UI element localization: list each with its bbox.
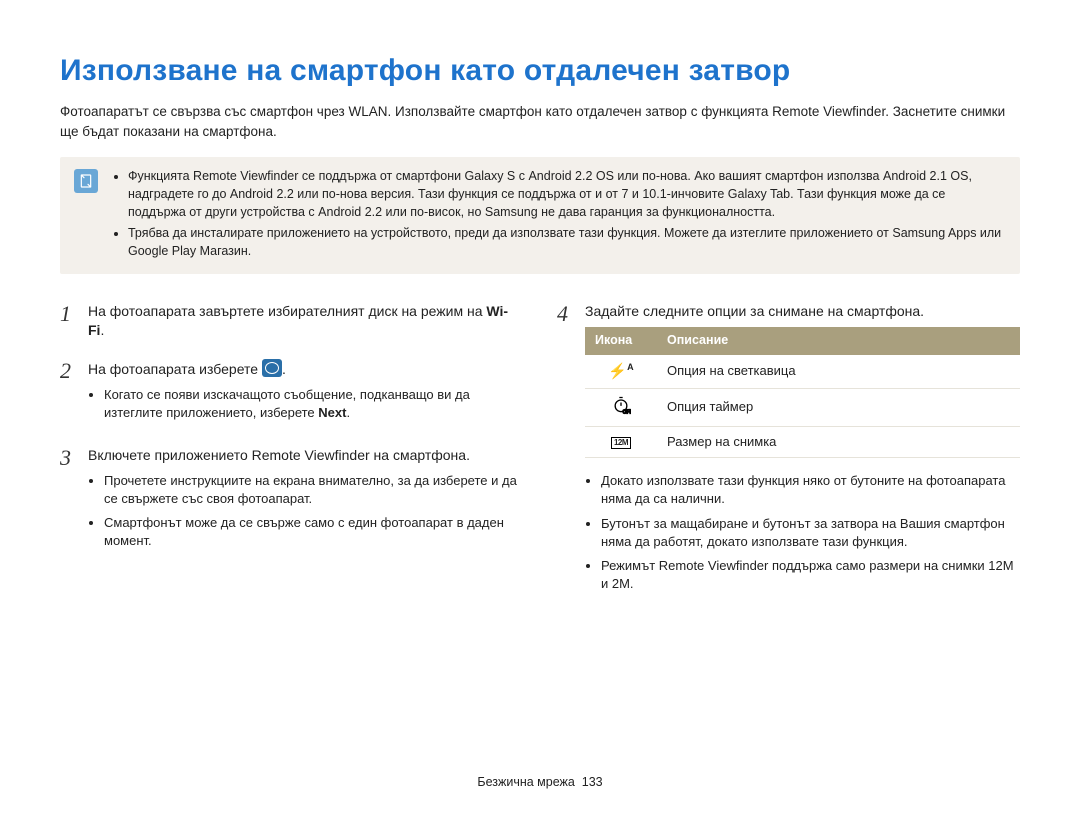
table-row: ⚡A Опция на светкавица (585, 355, 1020, 389)
options-table: Икона Описание ⚡A Опция на светкавица (585, 327, 1020, 458)
step-text: Включете приложението Remote Viewfinder … (88, 447, 470, 463)
footer-page-number: 133 (582, 775, 603, 789)
footer-section: Безжична мрежа (477, 775, 574, 789)
step-number: 3 (60, 446, 78, 556)
svg-text:OFF: OFF (623, 409, 631, 415)
table-row: 12M Размер на снимка (585, 427, 1020, 458)
table-row: OFF Опция таймер (585, 388, 1020, 426)
sub-text: . (346, 405, 350, 420)
intro-paragraph: Фотоапаратът се свързва със смартфон чре… (60, 102, 1020, 141)
remote-viewfinder-icon (262, 359, 282, 377)
bullet-item: Докато използвате тази функция няко от б… (601, 472, 1020, 508)
step-text: На фотоапарата завъртете избирателният д… (88, 303, 486, 319)
page-title: Използване на смартфон като отдалечен за… (60, 54, 1020, 88)
sublist-item: Когато се появи изскачащото съобщение, п… (104, 386, 523, 422)
step-text: Задайте следните опции за снимане на сма… (585, 303, 924, 319)
step-text: На фотоапарата изберете (88, 361, 262, 377)
bullet-item: Бутонът за мащабиране и бутонът за затво… (601, 515, 1020, 551)
sublist-item: Смартфонът може да се свърже само с един… (104, 514, 523, 550)
cell-icon: ⚡A (585, 355, 657, 389)
photo-size-12m-icon: 12M (611, 437, 631, 449)
step-number: 4 (557, 302, 575, 600)
sublist-item: Прочетете инструкциите на екрана внимате… (104, 472, 523, 508)
right-column: 4 Задайте следните опции за снимане на с… (557, 302, 1020, 618)
step-body: Задайте следните опции за снимане на сма… (585, 302, 1020, 600)
bullet-item: Режимът Remote Viewfinder поддържа само … (601, 557, 1020, 593)
step-text: . (100, 322, 104, 338)
step-number: 1 (60, 302, 78, 341)
table-header-desc: Описание (657, 327, 1020, 355)
step-body: На фотоапарата завъртете избирателният д… (88, 302, 523, 341)
note-list: Функцията Remote Viewfinder се поддържа … (112, 167, 1006, 262)
next-label: Next (318, 405, 346, 420)
step-body: Включете приложението Remote Viewfinder … (88, 446, 523, 556)
note-icon (74, 169, 98, 193)
step-sublist: Прочетете инструкциите на екрана внимате… (88, 472, 523, 551)
left-column: 1 На фотоапарата завъртете избирателният… (60, 302, 523, 618)
step-text: . (282, 361, 286, 377)
note-item: Функцията Remote Viewfinder се поддържа … (128, 167, 1006, 221)
step-3: 3 Включете приложението Remote Viewfinde… (60, 446, 523, 556)
step-sublist: Когато се появи изскачащото съобщение, п… (88, 386, 523, 422)
flash-icon: ⚡A (608, 363, 633, 380)
step-1: 1 На фотоапарата завъртете избирателният… (60, 302, 523, 341)
cell-desc: Опция таймер (657, 388, 1020, 426)
timer-off-icon: OFF (611, 395, 631, 415)
cell-desc: Размер на снимка (657, 427, 1020, 458)
note-item: Трябва да инсталирате приложението на ус… (128, 224, 1006, 260)
step-4: 4 Задайте следните опции за снимане на с… (557, 302, 1020, 600)
note-box: Функцията Remote Viewfinder се поддържа … (60, 157, 1020, 274)
sub-text: Когато се появи изскачащото съобщение, п… (104, 387, 470, 420)
cell-desc: Опция на светкавица (657, 355, 1020, 389)
table-header-icon: Икона (585, 327, 657, 355)
step-2: 2 На фотоапарата изберете . Когато се по… (60, 359, 523, 428)
right-bullets: Докато използвате тази функция няко от б… (585, 472, 1020, 593)
step-number: 2 (60, 359, 78, 428)
cell-icon: 12M (585, 427, 657, 458)
cell-icon: OFF (585, 388, 657, 426)
step-body: На фотоапарата изберете . Когато се появ… (88, 359, 523, 428)
page-footer: Безжична мрежа 133 (0, 775, 1080, 789)
